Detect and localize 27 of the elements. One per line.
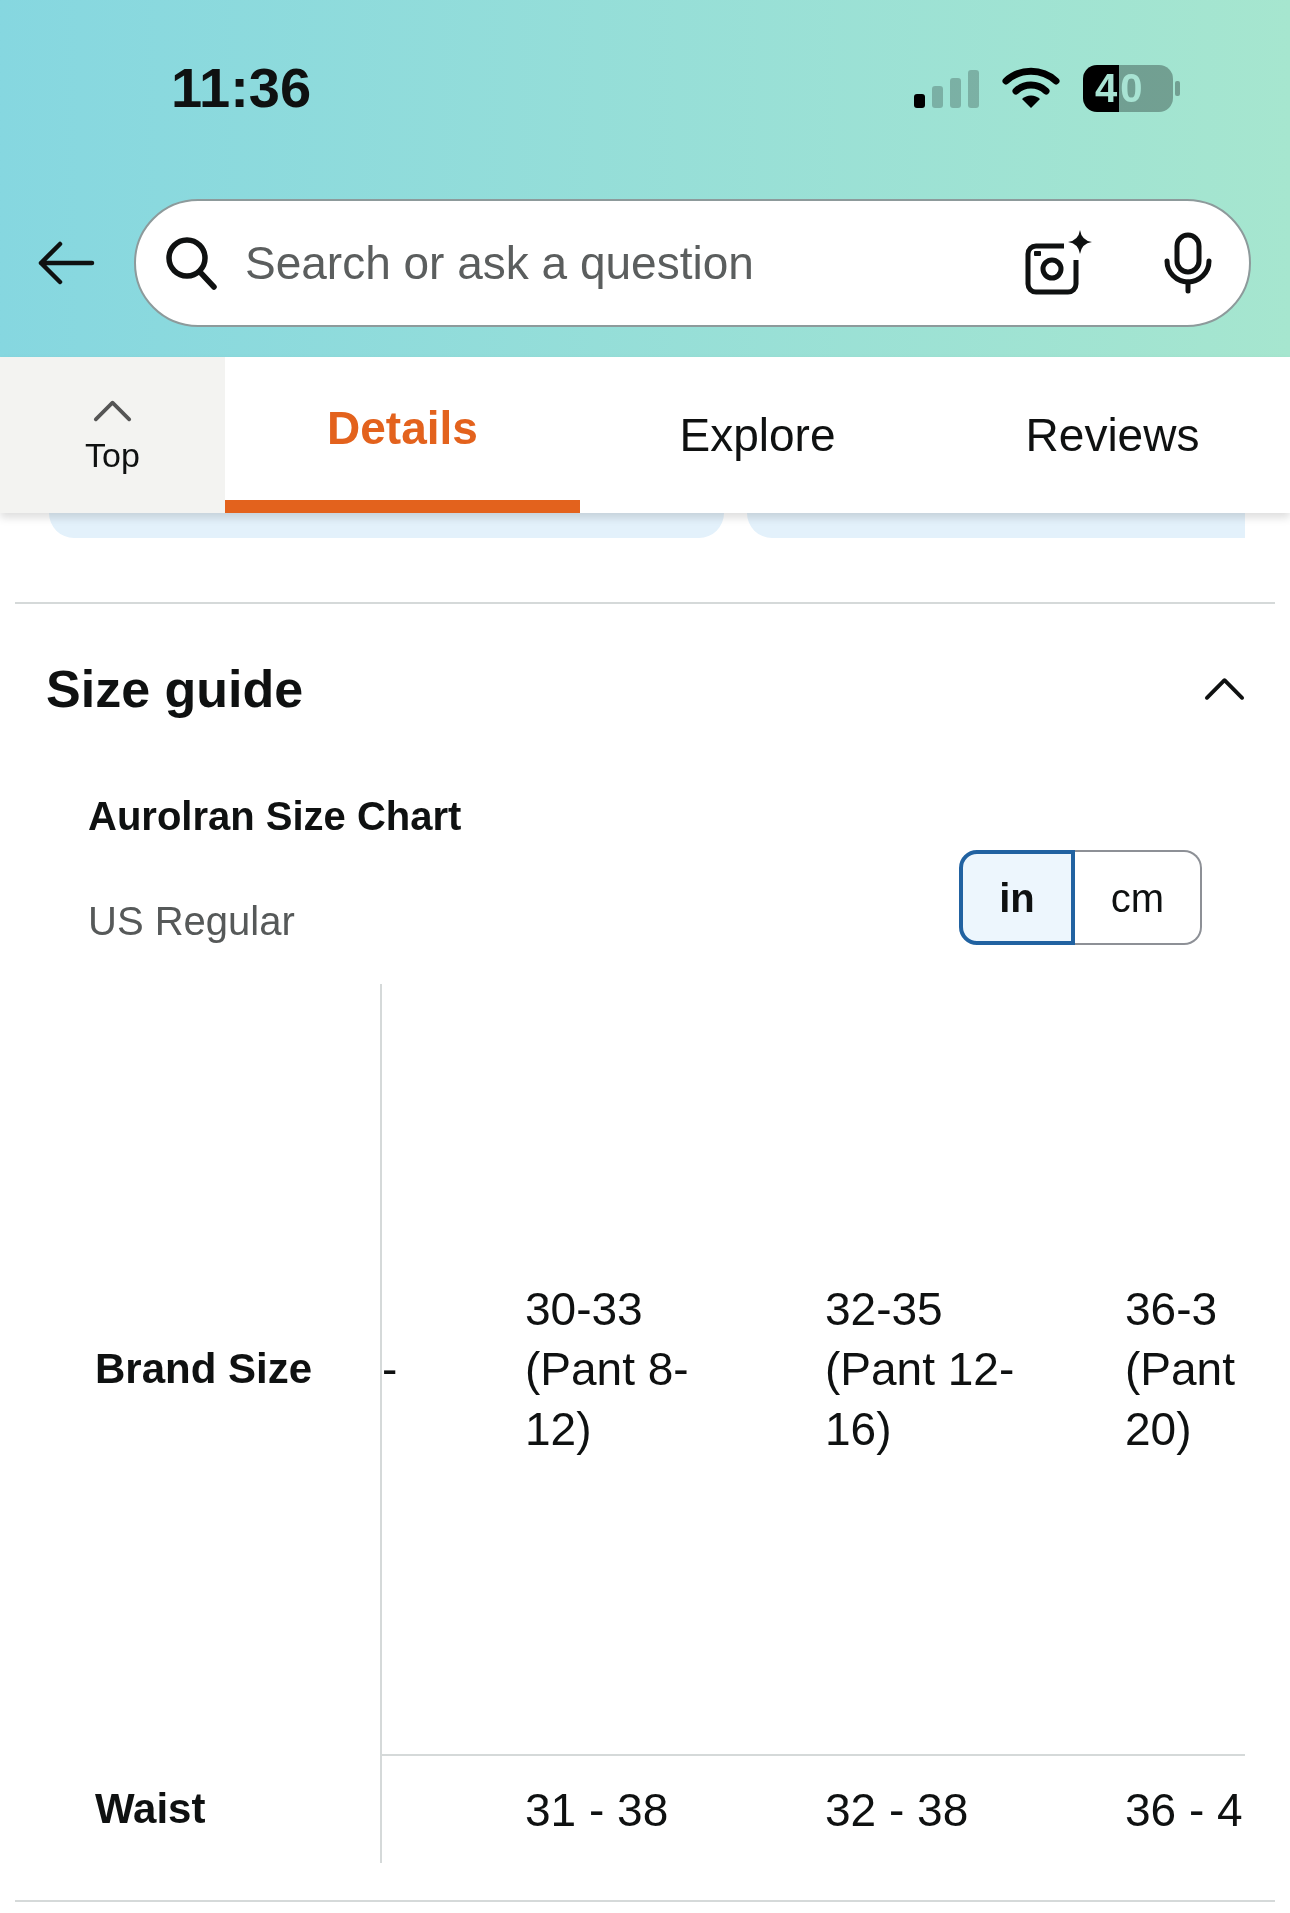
table-cell-text: 30-33 (Pant 8- 12) xyxy=(525,1282,689,1457)
chevron-up-icon[interactable] xyxy=(1204,677,1245,701)
table-cell-text: 36 - 4 xyxy=(1125,1782,1243,1838)
signal-icon xyxy=(914,68,979,108)
search-input[interactable]: Search or ask a question xyxy=(245,233,1004,293)
chevron-up-icon xyxy=(93,398,132,423)
chart-subtitle: US Regular xyxy=(88,898,296,945)
microphone-icon[interactable] xyxy=(1162,232,1214,294)
row-header: Brand Size xyxy=(95,1348,313,1390)
table-cell-text: 31 - 38 xyxy=(525,1782,669,1838)
table-cell-text: 36-3 (Pant 20) xyxy=(1125,1282,1235,1457)
row-header: Waist xyxy=(95,1787,206,1830)
table-cell-text: 32 - 38 xyxy=(825,1782,969,1838)
search-bar[interactable]: Search or ask a question xyxy=(134,199,1251,327)
chart-title: Aurolran Size Chart xyxy=(88,793,462,840)
top-button[interactable]: Top xyxy=(0,357,225,513)
wifi-icon xyxy=(1001,66,1061,110)
status-time: 11:36 xyxy=(171,60,312,116)
table-cell-text: - xyxy=(382,1342,398,1397)
back-arrow-icon[interactable] xyxy=(37,241,95,285)
search-icon xyxy=(165,236,217,290)
camera-sparkle-icon[interactable] xyxy=(1024,230,1092,296)
tab[interactable]: Explore xyxy=(580,357,935,513)
unit-toggle[interactable]: in xyxy=(959,850,1075,945)
tab[interactable]: Reviews xyxy=(935,357,1290,513)
table-cell-text: 32-35 (Pant 12- 16) xyxy=(825,1282,1015,1457)
unit-toggle[interactable]: cm xyxy=(1074,850,1202,945)
